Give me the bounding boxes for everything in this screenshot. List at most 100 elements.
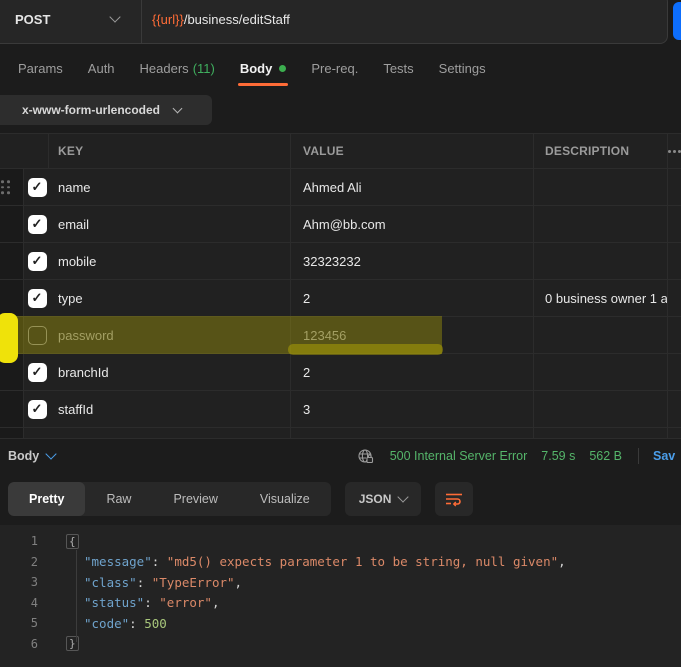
table-row-staffId: ✓staffId3 <box>0 391 681 428</box>
key-column-header: KEY <box>49 134 291 168</box>
chevron-down-icon <box>173 103 183 113</box>
table-row-branchId: ✓branchId2 <box>0 354 681 391</box>
code-line: 5"code": 500 <box>0 613 681 634</box>
divider <box>638 448 639 464</box>
description-cell[interactable]: 0 business owner 1 ad <box>534 280 668 316</box>
view-tab-preview[interactable]: Preview <box>152 482 238 516</box>
line-number: 5 <box>0 616 38 630</box>
tab-auth[interactable]: Auth <box>88 50 115 86</box>
key-cell[interactable]: type <box>50 280 291 316</box>
description-cell[interactable] <box>534 206 668 242</box>
key-cell[interactable]: branchId <box>50 354 291 390</box>
description-cell[interactable] <box>534 354 668 390</box>
response-view-toolbar: PrettyRawPreviewVisualize JSON <box>8 482 473 516</box>
value-column-header: VALUE <box>291 134 534 168</box>
save-response-button[interactable]: Sav <box>653 449 681 463</box>
fold-gutter: { <box>38 534 84 549</box>
response-status-bar: Body 500 Internal Server Error 7.59 s 56… <box>0 438 681 474</box>
tab-params[interactable]: Params <box>18 50 63 86</box>
value-cell[interactable]: 2 <box>291 280 534 316</box>
headers-count-badge: (11) <box>193 61 215 76</box>
row-checkbox[interactable] <box>28 326 47 345</box>
response-time[interactable]: 7.59 s <box>541 449 575 463</box>
code-line: 4"status": "error", <box>0 593 681 614</box>
line-number: 1 <box>0 534 38 548</box>
description-cell[interactable] <box>534 243 668 279</box>
response-size[interactable]: 562 B <box>589 449 622 463</box>
table-row-name: ✓nameAhmed Ali <box>0 169 681 206</box>
value-cell[interactable]: 123456 <box>291 317 534 353</box>
tab-headers[interactable]: Headers(11) <box>140 50 215 86</box>
url-variable: {{url}} <box>152 12 184 27</box>
tab-tests[interactable]: Tests <box>383 50 413 86</box>
row-gutter <box>0 243 24 279</box>
value-cell[interactable]: 2 <box>291 354 534 390</box>
row-checkbox[interactable]: ✓ <box>28 400 47 419</box>
code-line: 2"message": "md5() expects parameter 1 t… <box>0 552 681 573</box>
view-tab-raw[interactable]: Raw <box>85 482 152 516</box>
row-gutter <box>0 317 24 353</box>
network-globe-icon[interactable] <box>357 448 374 465</box>
method-label: POST <box>15 12 50 27</box>
url-input[interactable]: {{url}}/business/editStaff <box>142 12 667 27</box>
chevron-down-icon <box>46 448 57 459</box>
table-row-mobile: ✓mobile32323232 <box>0 243 681 280</box>
value-cell[interactable]: 3 <box>291 391 534 427</box>
row-checkbox[interactable]: ✓ <box>28 363 47 382</box>
view-tab-visualize[interactable]: Visualize <box>239 482 331 516</box>
table-header-row: KEY VALUE DESCRIPTION <box>0 134 681 169</box>
chevron-down-icon <box>109 11 120 22</box>
drag-handle-icon[interactable] <box>1 180 10 194</box>
response-view-tabs: PrettyRawPreviewVisualize <box>8 482 331 516</box>
line-number: 3 <box>0 575 38 589</box>
method-selector[interactable]: POST <box>0 0 141 43</box>
body-type-label: x-www-form-urlencoded <box>22 103 160 117</box>
value-cell[interactable]: 32323232 <box>291 243 534 279</box>
wrap-lines-icon <box>445 491 463 507</box>
code-line: 3"class": "TypeError", <box>0 572 681 593</box>
send-button[interactable] <box>673 2 681 40</box>
key-cell[interactable]: email <box>50 206 291 242</box>
url-path: /business/editStaff <box>184 12 290 27</box>
tab-body[interactable]: Body <box>240 50 287 86</box>
format-label: JSON <box>359 492 392 506</box>
code-line: 6} <box>0 634 681 655</box>
response-format-dropdown[interactable]: JSON <box>345 482 422 516</box>
body-active-dot <box>279 65 286 72</box>
description-cell[interactable] <box>534 391 668 427</box>
response-body-dropdown[interactable]: Body <box>8 449 55 463</box>
chevron-down-icon <box>398 491 409 502</box>
description-cell[interactable] <box>534 169 668 205</box>
key-cell[interactable]: password <box>50 317 291 353</box>
row-checkbox[interactable]: ✓ <box>28 178 47 197</box>
line-number: 2 <box>0 555 38 569</box>
line-number: 4 <box>0 596 38 610</box>
response-body-label: Body <box>8 449 39 463</box>
description-cell[interactable] <box>534 317 668 353</box>
wrap-lines-button[interactable] <box>435 482 473 516</box>
value-cell[interactable]: Ahm@bb.com <box>291 206 534 242</box>
status-code-text[interactable]: 500 Internal Server Error <box>390 449 528 463</box>
fold-gutter: } <box>38 636 84 651</box>
line-number: 6 <box>0 637 38 651</box>
row-checkbox[interactable]: ✓ <box>28 289 47 308</box>
key-cell[interactable]: name <box>50 169 291 205</box>
row-gutter <box>0 169 24 205</box>
tab-settings[interactable]: Settings <box>439 50 486 86</box>
table-row-email: ✓emailAhm@bb.com <box>0 206 681 243</box>
key-cell[interactable]: staffId <box>50 391 291 427</box>
response-body-viewer[interactable]: 1 {2"message": "md5() expects parameter 1… <box>0 525 681 667</box>
more-options-icon[interactable] <box>668 134 681 168</box>
body-type-selector[interactable]: x-www-form-urlencoded <box>0 95 212 125</box>
key-cell[interactable]: mobile <box>50 243 291 279</box>
row-checkbox[interactable]: ✓ <box>28 252 47 271</box>
view-tab-pretty[interactable]: Pretty <box>8 482 85 516</box>
fold-brace[interactable]: { <box>66 534 79 549</box>
request-tabs: Params Auth Headers(11) Body Pre-req. Tests Se… <box>18 50 486 86</box>
value-cell[interactable]: Ahmed Ali <box>291 169 534 205</box>
tab-pre-req-[interactable]: Pre-req. <box>311 50 358 86</box>
table-row-type: ✓type20 business owner 1 ad <box>0 280 681 317</box>
row-gutter <box>0 391 24 427</box>
row-gutter <box>0 354 24 390</box>
row-checkbox[interactable]: ✓ <box>28 215 47 234</box>
